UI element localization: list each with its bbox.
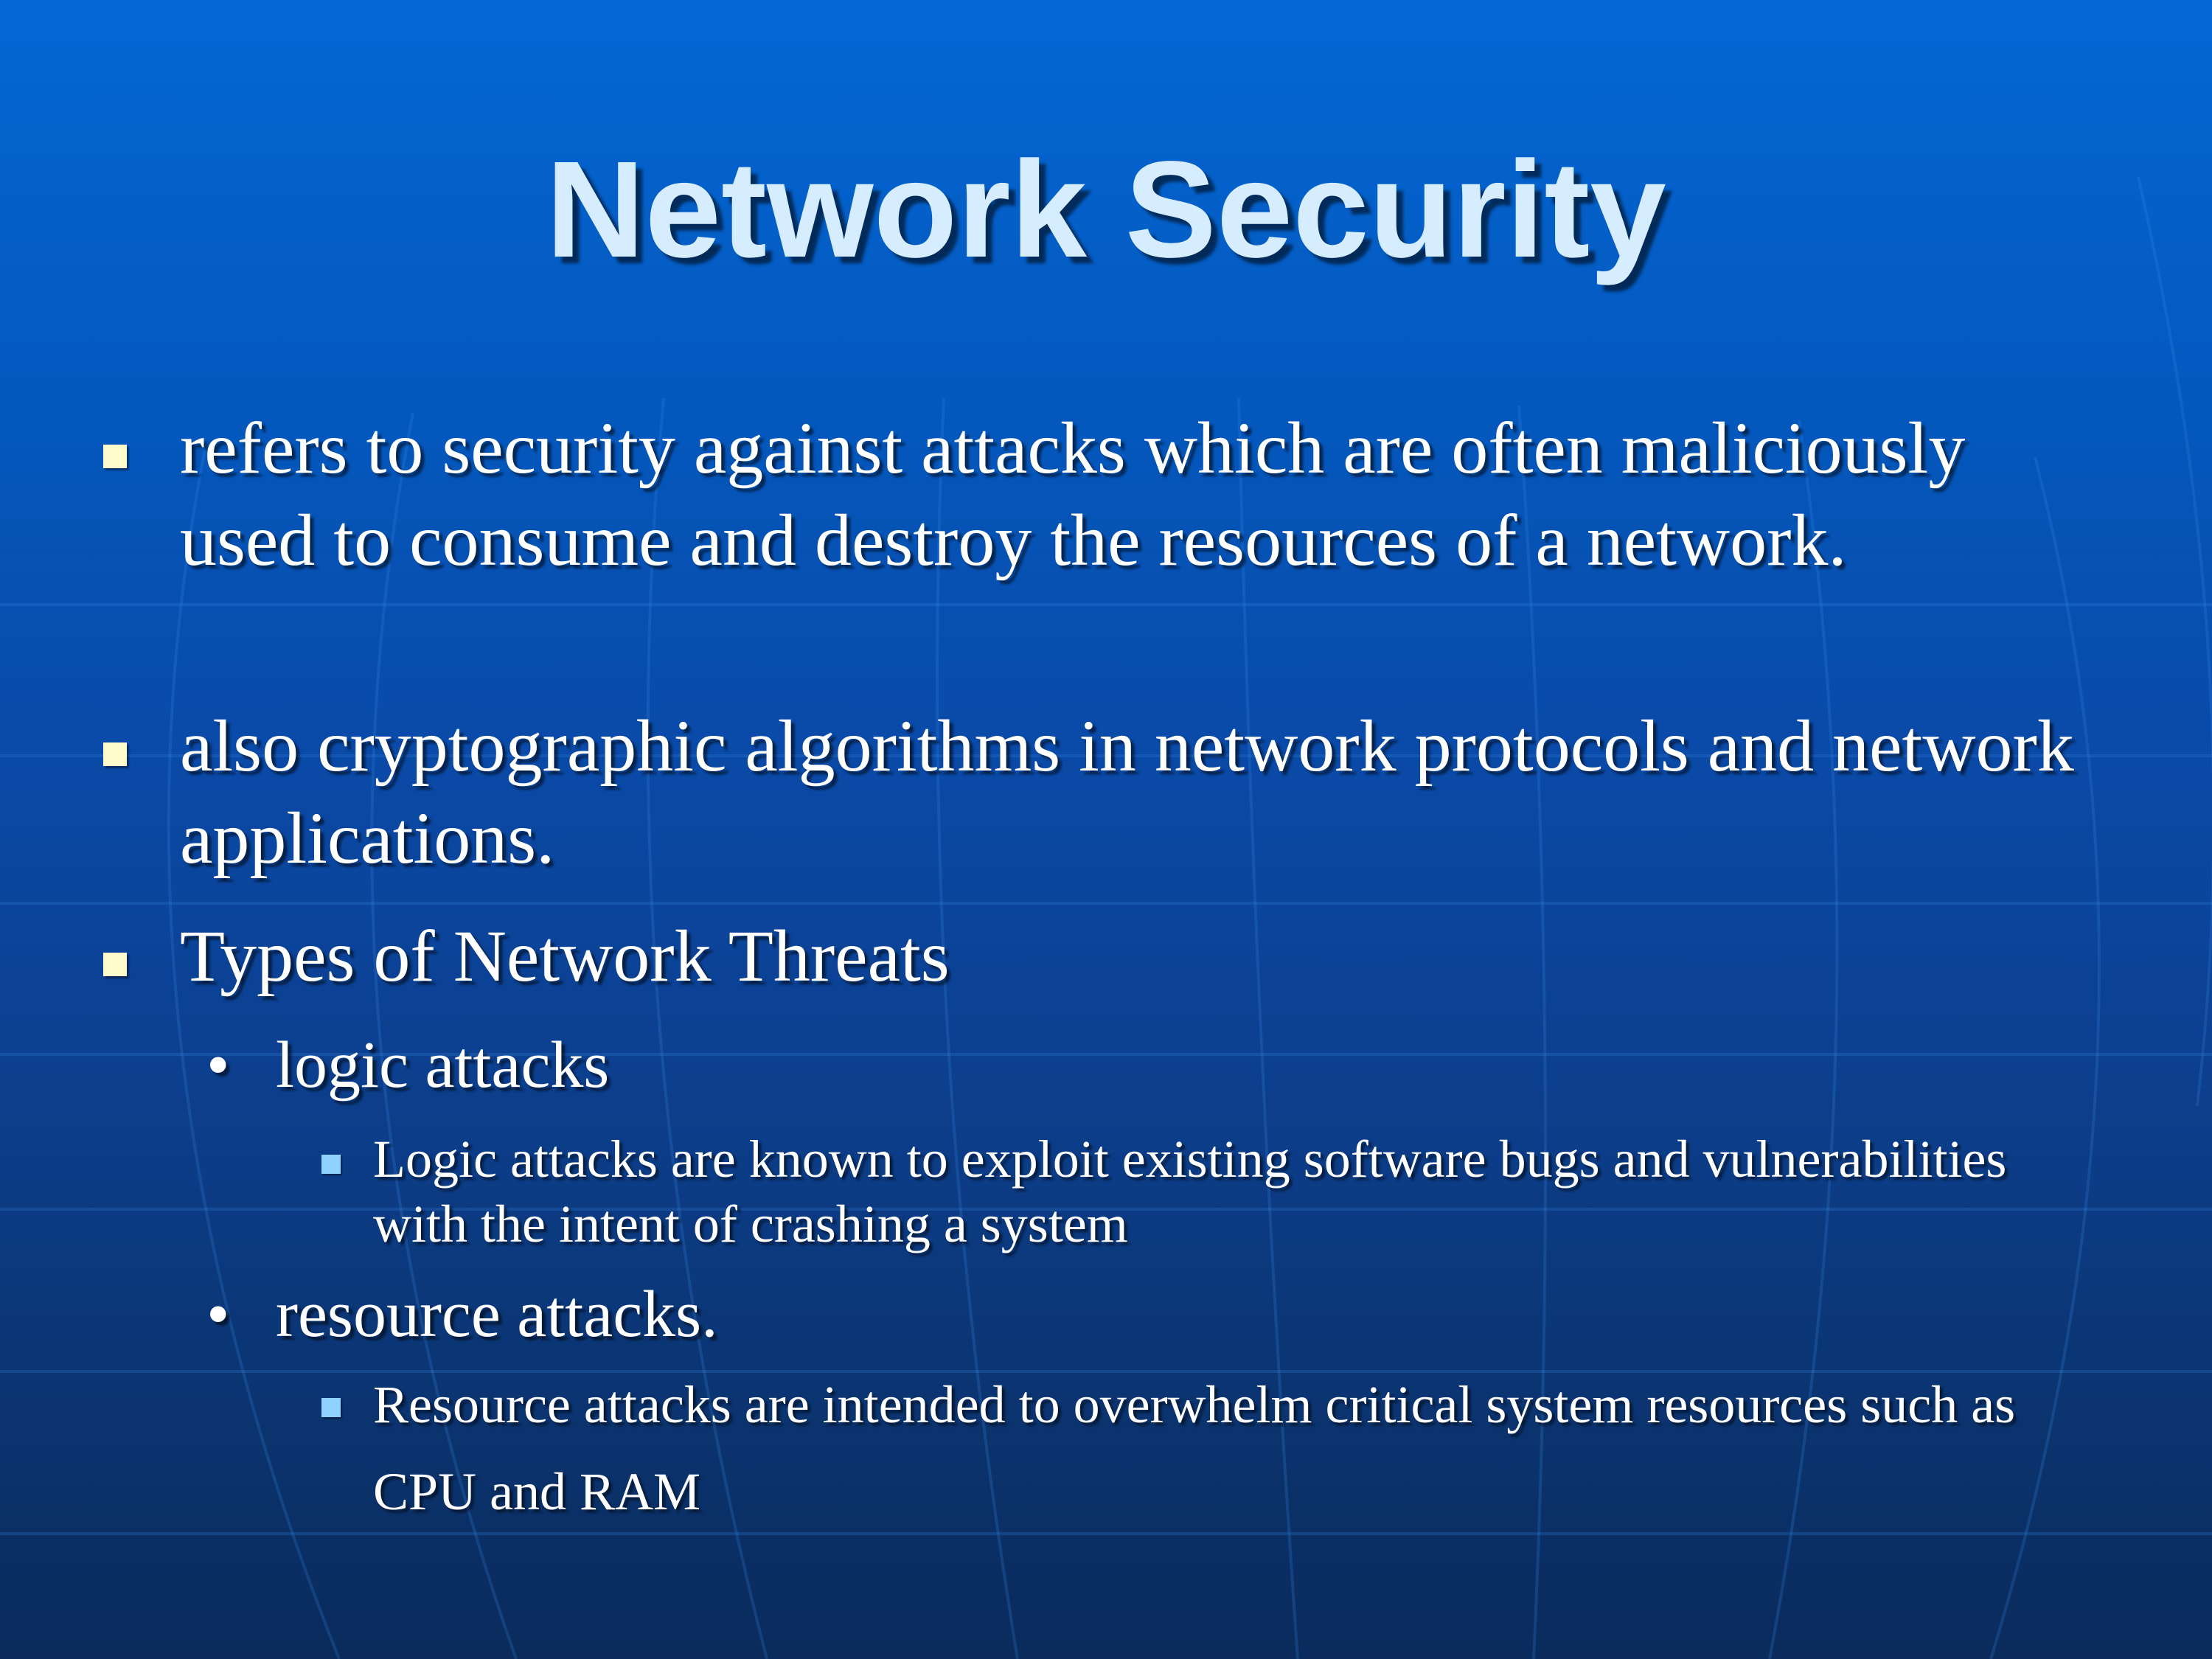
detail-marker-square xyxy=(321,1398,341,1417)
bullet-cryptography: also cryptographic algorithms in network… xyxy=(180,705,2074,879)
resource-attacks-detail: Resource attacks are intended to overwhe… xyxy=(373,1375,2016,1521)
threat-resource-attacks: resource attacks. xyxy=(276,1278,718,1351)
sub-bullet-dot: • xyxy=(206,1278,230,1351)
bullet-list: refers to security against attacks which… xyxy=(0,0,2212,1659)
bullet-marker-square xyxy=(103,445,127,468)
bullet-marker-square xyxy=(103,953,127,976)
bullet-marker-square xyxy=(103,742,127,766)
slide: Network Security refers to security agai… xyxy=(0,0,2212,1659)
threat-logic-attacks: logic attacks xyxy=(276,1029,610,1102)
bullet-threat-types: Types of Network Threats xyxy=(180,915,950,997)
bullet-definition: refers to security against attacks which… xyxy=(180,407,1966,581)
detail-marker-square xyxy=(321,1155,341,1174)
sub-bullet-dot: • xyxy=(206,1029,230,1102)
logic-attacks-detail: Logic attacks are known to exploit exist… xyxy=(373,1130,2007,1253)
